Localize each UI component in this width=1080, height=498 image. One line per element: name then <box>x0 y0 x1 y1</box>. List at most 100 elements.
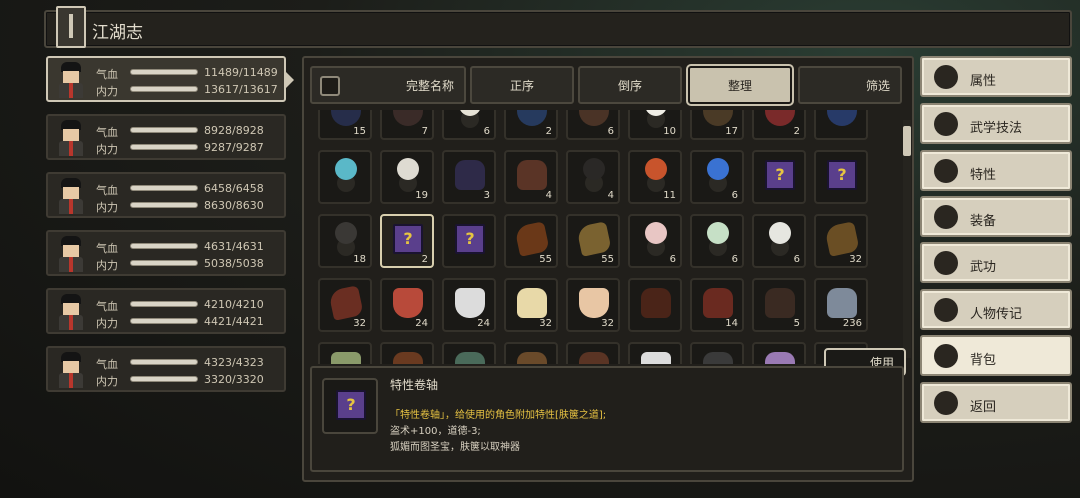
menu-item-label: 属性 <box>970 74 997 89</box>
mp-label: 内力 <box>96 259 118 272</box>
menu-item-5[interactable]: 人物传记 <box>920 289 1072 330</box>
orb-icon <box>397 158 419 180</box>
animal-icon <box>576 221 612 257</box>
character-card[interactable]: 气血 11489/11489 内力 13617/13617 <box>46 56 294 102</box>
inventory-slot[interactable]: 24 <box>380 278 434 332</box>
inventory-slot[interactable]: 10 <box>628 110 682 140</box>
menu-item-7[interactable]: 返回 <box>920 382 1072 423</box>
orb-icon <box>645 110 667 116</box>
tab-order[interactable]: 正序 <box>470 66 574 104</box>
inventory-slot[interactable] <box>380 342 434 364</box>
inventory-slot[interactable] <box>814 110 868 140</box>
menu-item-label: 返回 <box>970 400 997 415</box>
character-avatar <box>54 294 88 330</box>
detail-line1-suffix: ]; <box>598 410 607 421</box>
inventory-slot[interactable]: 4 <box>566 150 620 204</box>
inventory-slot[interactable]: 11 <box>628 150 682 204</box>
inventory-slot[interactable]: 6 <box>690 214 744 268</box>
bowl-icon <box>765 110 795 126</box>
tab-reverse-label: 倒序 <box>617 78 642 93</box>
inventory-slot[interactable]: 236 <box>814 278 868 332</box>
inventory-slot[interactable]: 15 <box>318 110 372 140</box>
inventory-slot[interactable]: 2 <box>752 110 806 140</box>
item-quantity: 15 <box>353 126 366 137</box>
inventory-slot[interactable]: 55 <box>504 214 558 268</box>
character-card[interactable]: 气血 8928/8928 内力 9287/9287 <box>46 114 286 160</box>
character-avatar <box>54 236 88 272</box>
inventory-slot[interactable] <box>318 342 372 364</box>
inventory-slot[interactable]: 32 <box>318 278 372 332</box>
inventory-slot[interactable] <box>752 150 806 204</box>
inventory-slot[interactable]: 18 <box>318 214 372 268</box>
character-card[interactable]: 气血 4210/4210 内力 4421/4421 <box>46 288 286 334</box>
grid-scrollbar[interactable] <box>903 120 911 358</box>
hp-label: 气血 <box>96 126 118 139</box>
inventory-slot[interactable] <box>628 342 682 364</box>
menu-item-4[interactable]: 武功 <box>920 242 1072 283</box>
jar-icon <box>455 160 485 190</box>
scroll-thumb[interactable] <box>903 126 911 156</box>
inventory-slot[interactable] <box>442 342 496 364</box>
inventory-slot[interactable]: 7 <box>380 110 434 140</box>
inventory-slot[interactable]: 19 <box>380 150 434 204</box>
inventory-slot[interactable]: 6 <box>752 214 806 268</box>
bag-icon <box>934 344 958 368</box>
inventory-slot[interactable]: 17 <box>690 110 744 140</box>
inventory-slot[interactable] <box>504 342 558 364</box>
hp-value: 6458/6458 <box>204 182 264 195</box>
menu-item-2[interactable]: 特性 <box>920 150 1072 191</box>
menu-item-1[interactable]: 武学技法 <box>920 103 1072 144</box>
inventory-slot[interactable] <box>752 342 806 364</box>
tab-full-name[interactable]: 完整名称 <box>310 66 466 104</box>
orb-icon <box>335 222 357 244</box>
inventory-slot[interactable] <box>442 214 496 268</box>
jar-icon <box>517 288 547 318</box>
inventory-slot[interactable] <box>690 342 744 364</box>
inventory-slot[interactable] <box>318 150 372 204</box>
jar-icon <box>703 288 733 318</box>
item-quantity: 24 <box>415 318 428 329</box>
menu-item-0[interactable]: 属性 <box>920 56 1072 97</box>
sort-tabs: 完整名称 正序 倒序 整理 筛选 <box>310 66 902 104</box>
inventory-slot[interactable]: 6 <box>628 214 682 268</box>
inventory-slot[interactable]: 2 <box>504 110 558 140</box>
character-card[interactable]: 气血 6458/6458 内力 8630/8630 <box>46 172 286 218</box>
jar-icon <box>455 352 485 364</box>
inventory-slot[interactable]: 32 <box>504 278 558 332</box>
item-quantity: 32 <box>539 318 552 329</box>
character-card[interactable]: 气血 4323/4323 内力 3320/3320 <box>46 346 286 392</box>
inventory-slot[interactable] <box>814 150 868 204</box>
tab-sort[interactable]: 整理 <box>688 66 792 104</box>
hp-label: 气血 <box>96 242 118 255</box>
inventory-slot[interactable]: 32 <box>814 214 868 268</box>
inventory-slot[interactable] <box>566 342 620 364</box>
inventory-slot[interactable]: 55 <box>566 214 620 268</box>
full-name-checkbox[interactable] <box>320 76 340 96</box>
hp-bar <box>130 69 198 75</box>
menu-item-6[interactable]: 背包 <box>920 335 1072 376</box>
inventory-slot[interactable] <box>628 278 682 332</box>
inventory-slot[interactable]: 5 <box>752 278 806 332</box>
inventory-slot[interactable]: 24 <box>442 278 496 332</box>
jar-icon <box>579 352 609 364</box>
inventory-slot[interactable]: 6 <box>566 110 620 140</box>
item-quantity: 6 <box>483 126 490 137</box>
tab-reverse[interactable]: 倒序 <box>578 66 682 104</box>
inventory-slot[interactable]: 2 <box>380 214 434 268</box>
orb-icon <box>645 158 667 180</box>
inventory-slot[interactable]: 3 <box>442 150 496 204</box>
sword-icon <box>934 205 958 229</box>
hp-bar <box>130 359 198 365</box>
menu-item-3[interactable]: 装备 <box>920 196 1072 237</box>
character-card[interactable]: 气血 4631/4631 内力 5038/5038 <box>46 230 286 276</box>
inventory-slot[interactable]: 14 <box>690 278 744 332</box>
orb-icon <box>459 110 481 116</box>
scroll-book-icon <box>765 160 795 190</box>
tab-filter[interactable]: 筛选 <box>798 66 902 104</box>
inventory-slot[interactable]: 6 <box>442 110 496 140</box>
item-quantity: 32 <box>849 254 862 265</box>
inventory-slot[interactable]: 4 <box>504 150 558 204</box>
inventory-slot[interactable]: 32 <box>566 278 620 332</box>
jar-icon <box>641 288 671 318</box>
inventory-slot[interactable]: 6 <box>690 150 744 204</box>
